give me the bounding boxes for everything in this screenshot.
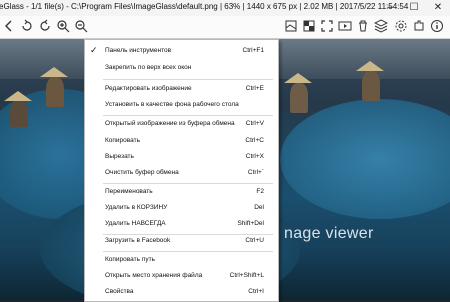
menu-item-label: Редактировать изображение [105,85,192,92]
menu-item-delete-permanently[interactable]: Удалить НАВСЕГДА Shift+Del [85,216,278,232]
menu-item-cut[interactable]: Вырезать Ctrl+X [85,149,278,165]
menu-item-shortcut: Ctrl+F1 [242,47,265,54]
fisherwoman [290,83,308,113]
menu-item-upload-facebook[interactable]: Загрузить в Facebook Ctrl+U [85,233,278,249]
menu-item-shortcut: F2 [256,188,264,195]
menu-item-label: Закрепить по верх всех окон [105,64,192,71]
maximize-button[interactable]: ☐ [402,0,426,16]
menu-item-label: Панель инструментов [105,47,172,54]
menu-item-shortcut: Ctrl+` [247,169,264,176]
extension-icon[interactable] [374,19,388,33]
slideshow-icon[interactable] [338,19,352,33]
conical-hat [40,67,68,77]
conical-hat [4,91,32,101]
back-icon[interactable] [2,19,16,33]
zoom-in-icon[interactable] [56,19,70,33]
minimize-button[interactable]: – [378,0,402,16]
menu-item-edit-image[interactable]: Редактировать изображение Ctrl+E [85,81,278,97]
close-button[interactable]: ✕ [426,0,450,16]
rotate-left-icon[interactable] [20,19,34,33]
menu-item-label: Загрузить в Facebook [105,237,171,244]
menu-item-rename[interactable]: Переименовать F2 [85,184,278,200]
menu-item-label: Удалить НАВСЕГДА [105,220,166,227]
menu-item-label: Копировать [105,137,140,144]
fullscreen-icon[interactable] [320,19,334,33]
menu-item-copy[interactable]: Копировать Ctrl+C [85,133,278,149]
menu-item-shortcut: Ctrl+E [245,85,264,92]
watermark-text: nage viewer [284,225,374,242]
zoom-out-icon[interactable] [74,19,88,33]
toolbar [0,16,450,39]
conical-hat [284,73,312,83]
menu-item-shortcut: Ctrl+I [248,288,264,295]
menu-item-label: Установить в качестве фона рабочего стол… [105,101,239,108]
menu-item-clear-clipboard[interactable]: Очистить буфер обмена Ctrl+` [85,165,278,181]
fishing-net [280,99,450,219]
menu-item-label: Удалить в КОРЗИНУ [105,204,168,211]
menu-item-label: Очистить буфер обмена [105,169,179,176]
menu-item-always-on-top[interactable]: Закрепить по верх всех окон [85,60,278,76]
window-title: eGlass - 1/1 file(s) - C:\Program Files\… [0,2,409,11]
menu-item-shortcut: Ctrl+C [245,137,264,144]
fisherwoman [362,71,380,101]
menu-item-set-wallpaper[interactable]: Установить в качестве фона рабочего стол… [85,97,278,113]
menu-item-label: Открытый изображение из буфера обмена [105,120,235,127]
menu-item-shortcut: Shift+Del [237,220,264,227]
menu-item-label: Открыть место хранения файла [105,272,203,279]
checkmark-icon: ✓ [90,45,98,55]
menu-item-open-from-clipboard[interactable]: Открытый изображение из буфера обмена Ct… [85,116,278,132]
menu-item-label: Переименовать [105,188,153,195]
menu-item-shortcut: Ctrl+V [245,120,264,127]
thumbnail-icon[interactable] [284,19,298,33]
menu-item-label: Вырезать [105,153,134,160]
fisherwoman [10,101,28,127]
menu-item-shortcut: Ctrl+X [245,153,264,160]
menu-item-label: Свойства [105,288,134,295]
conical-hat [356,61,384,71]
title-bar: eGlass - 1/1 file(s) - C:\Program Files\… [0,0,450,17]
menu-item-shortcut: Ctrl+Shift+L [229,272,264,279]
delete-icon[interactable] [356,19,370,33]
menu-item-copy-path[interactable]: Копировать путь [85,252,278,268]
about-icon[interactable] [430,19,444,33]
settings-icon[interactable] [394,19,408,33]
menu-separator [103,79,273,80]
rotate-right-icon[interactable] [38,19,52,33]
menu-item-shortcut: Del [254,204,264,211]
context-menu: ✓ Панель инструментов Ctrl+F1 Закрепить … [84,39,279,302]
menu-item-open-file-location[interactable]: Открыть место хранения файла Ctrl+Shift+… [85,268,278,284]
menu-item-shortcut: Ctrl+U [245,237,264,244]
fisherwoman [46,77,64,107]
menu-item-label: Копировать путь [105,256,155,263]
menu-item-toolbar[interactable]: ✓ Панель инструментов Ctrl+F1 [85,43,278,59]
menu-item-properties[interactable]: Свойства Ctrl+I [85,284,278,300]
extensions-puzzle-icon[interactable] [412,19,426,33]
menu-item-move-to-recycle-bin[interactable]: Удалить в КОРЗИНУ Del [85,200,278,216]
checkerboard-icon[interactable] [302,19,316,33]
